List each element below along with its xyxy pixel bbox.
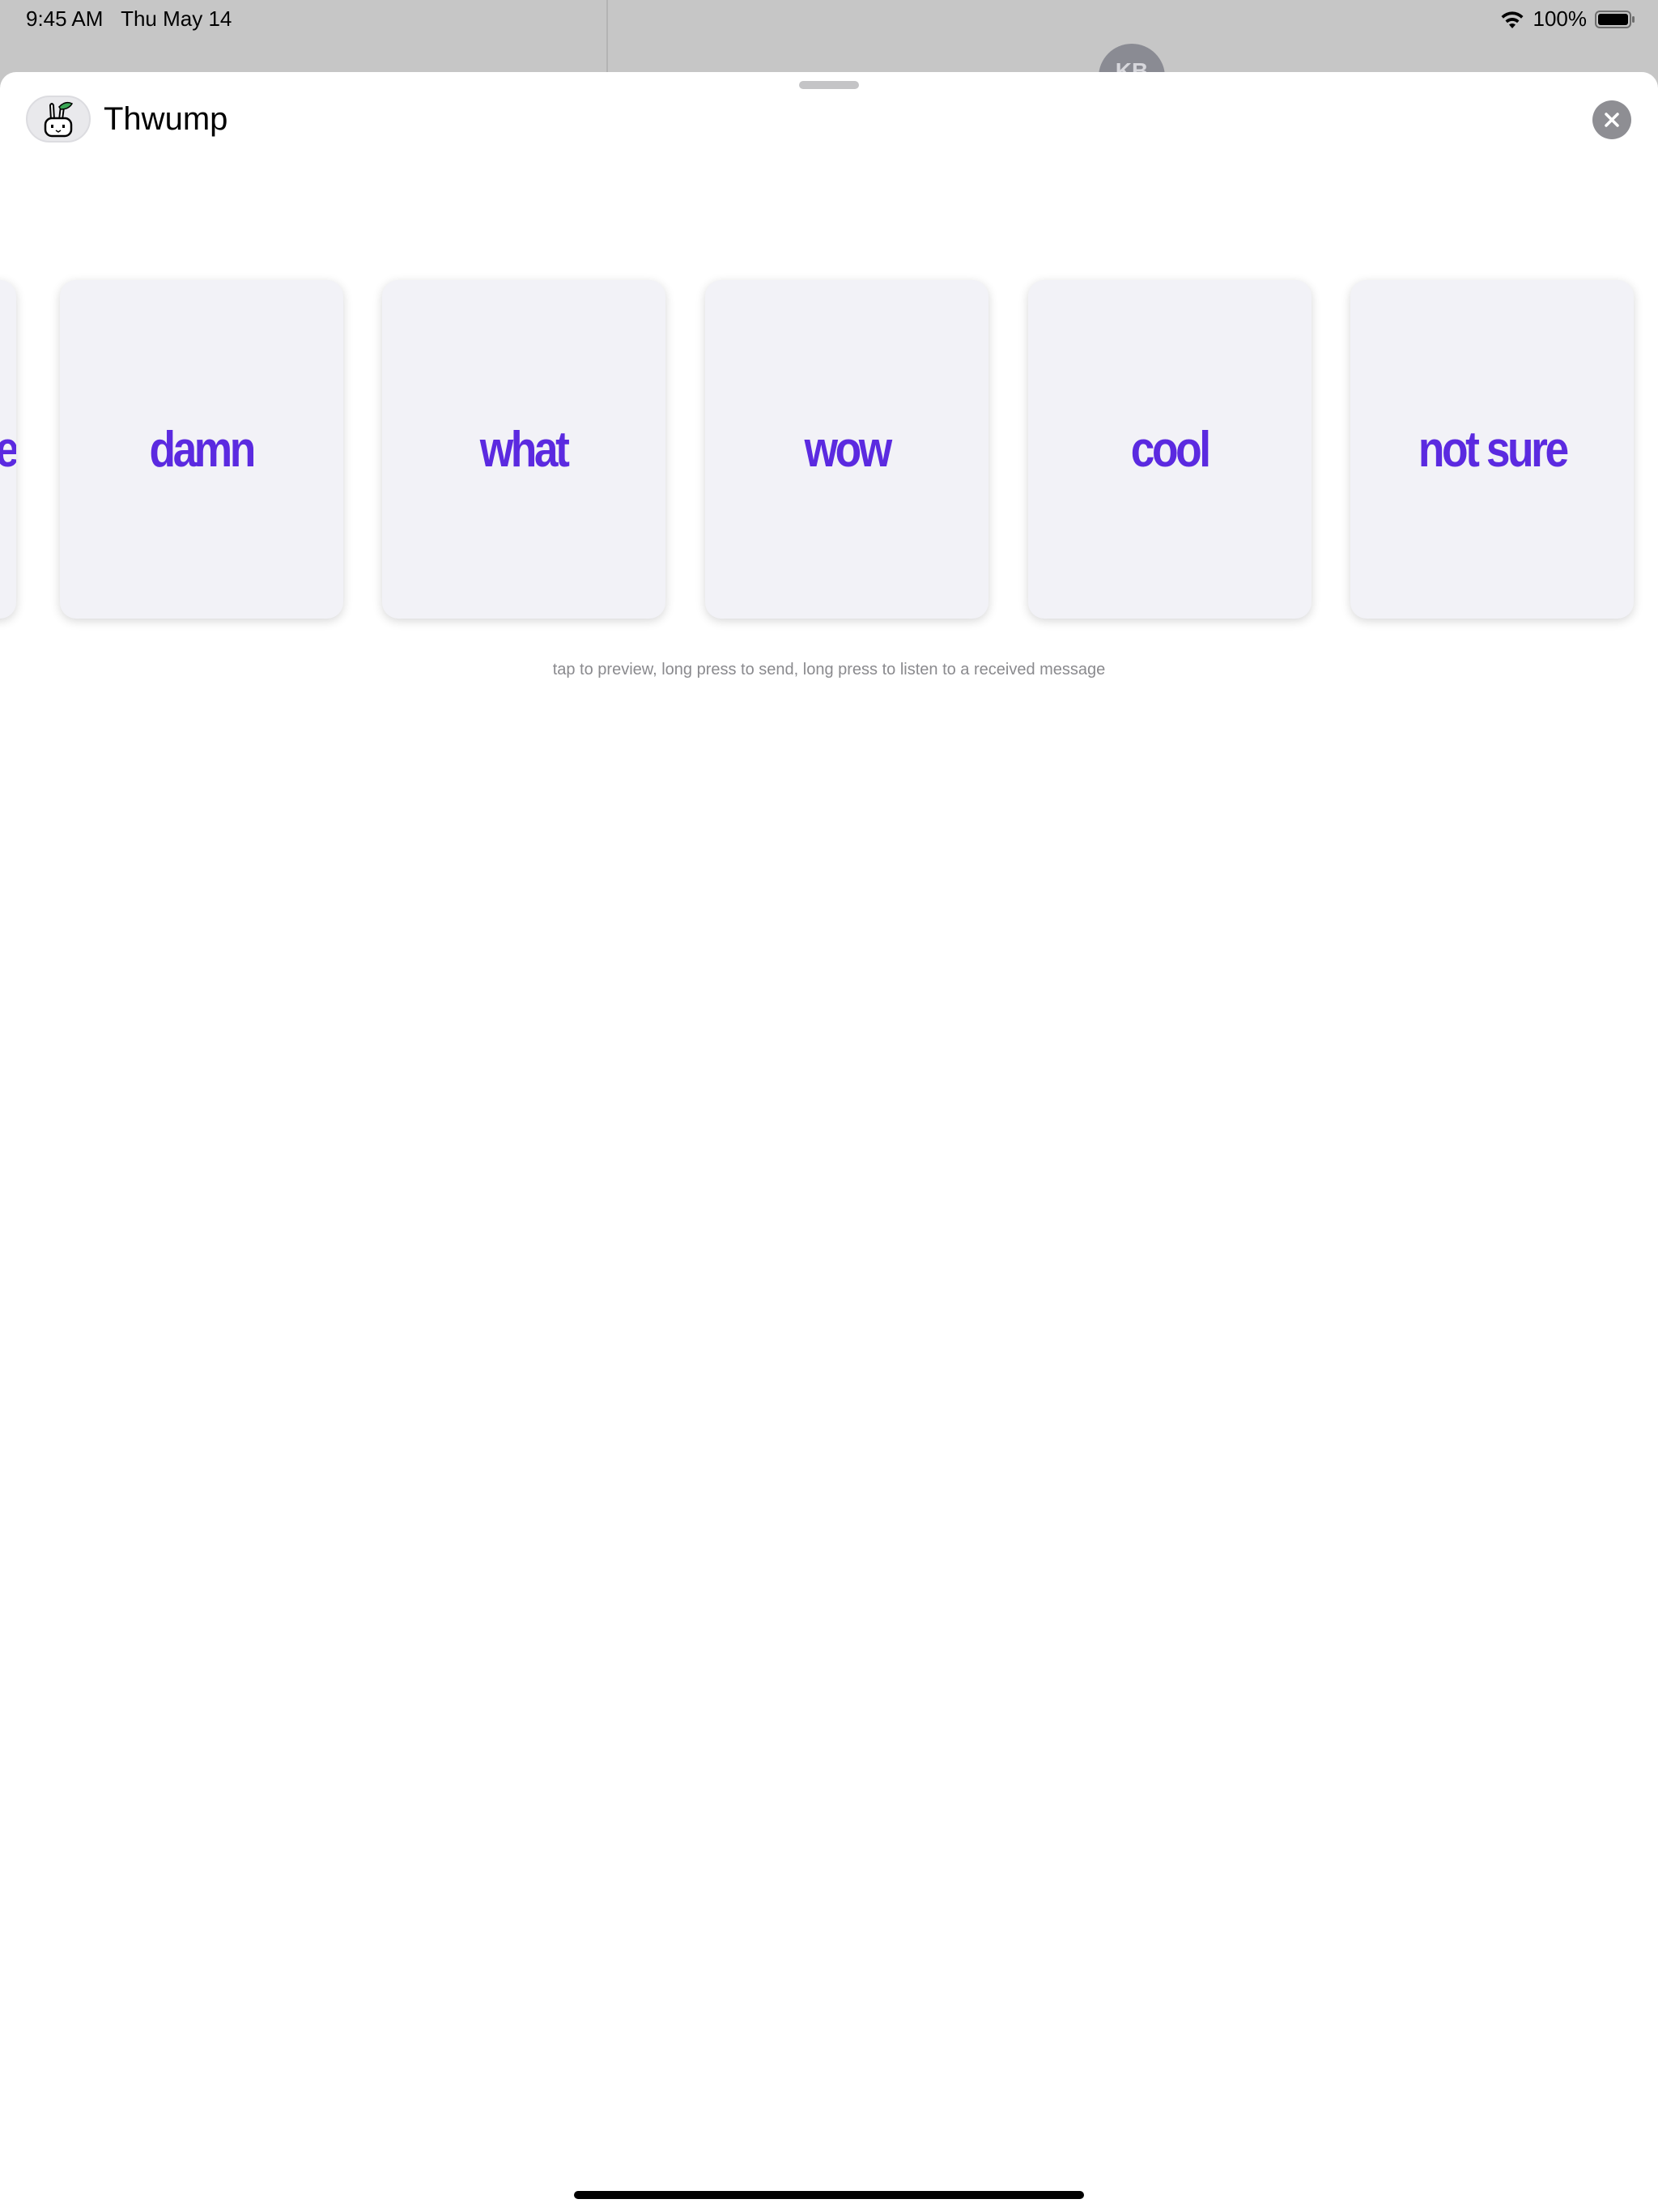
app-title: Thwump <box>104 101 228 137</box>
sound-card-partial[interactable]: e <box>0 280 16 619</box>
usage-hint: tap to preview, long press to send, long… <box>552 661 1106 678</box>
close-button[interactable] <box>1592 100 1631 139</box>
sound-card-what[interactable]: what <box>382 280 665 619</box>
sheet-grabber[interactable] <box>799 81 859 89</box>
sound-card-label: e <box>0 421 16 479</box>
split-view-divider <box>606 0 608 72</box>
wifi-icon <box>1501 11 1523 28</box>
sound-card-label: not sure <box>1418 421 1569 478</box>
battery-icon <box>1595 10 1635 28</box>
bunny-app-icon[interactable] <box>26 96 91 143</box>
sound-card-label: wow <box>804 421 892 478</box>
sound-card-label: cool <box>1131 421 1211 478</box>
sound-card-not-sure[interactable]: not sure <box>1350 280 1634 619</box>
sound-card-carousel[interactable]: e damn what wow cool not sure <box>0 206 1658 619</box>
sound-card-cool[interactable]: cool <box>1028 280 1312 619</box>
bunny-icon <box>44 101 74 138</box>
status-bar: 9:45 AM Thu May 14 100% KB <box>0 0 1658 110</box>
status-time: 9:45 AM Thu May 14 <box>26 6 232 32</box>
status-right-group: 100% <box>1499 6 1636 32</box>
battery-percent: 100% <box>1533 6 1588 31</box>
sound-card-label: what <box>480 421 570 478</box>
home-indicator[interactable] <box>574 2191 1084 2199</box>
app-sheet: Thwump e damn what wow cool not sure tap… <box>0 72 1658 2212</box>
status-time-text: 9:45 AM <box>26 6 104 31</box>
status-date-text: Thu May 14 <box>121 6 232 31</box>
sound-card-wow[interactable]: wow <box>705 280 988 619</box>
sound-card-label: damn <box>149 421 257 478</box>
close-icon <box>1605 113 1619 127</box>
sound-card-damn[interactable]: damn <box>60 280 343 619</box>
